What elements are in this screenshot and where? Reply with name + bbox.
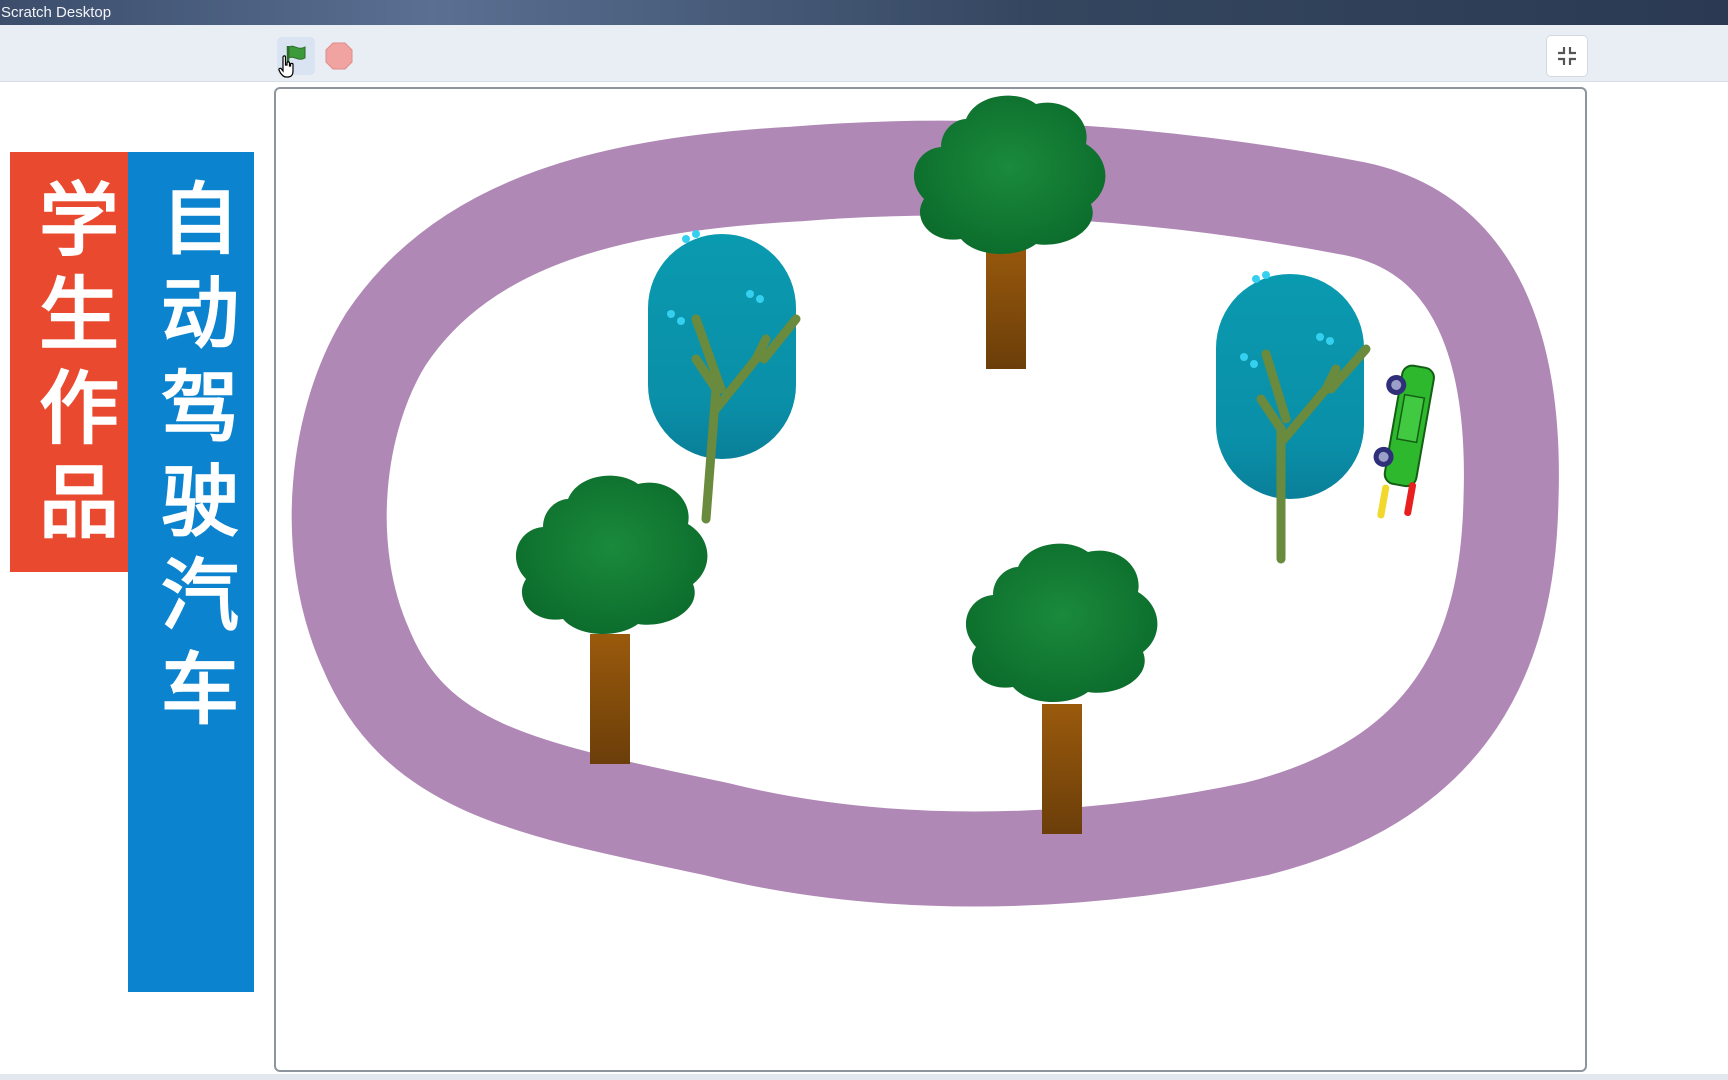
exit-fullscreen-button[interactable] bbox=[1546, 35, 1588, 77]
window-titlebar: Scratch Desktop bbox=[0, 0, 1728, 25]
stage-toolbar bbox=[0, 25, 1728, 82]
car-sprite[interactable] bbox=[1363, 362, 1436, 524]
stop-icon bbox=[325, 42, 353, 70]
blue-tree-sprite[interactable] bbox=[1216, 271, 1371, 564]
race-track bbox=[291, 120, 1559, 907]
banner-student-work-text: 学生作品 bbox=[26, 178, 119, 554]
window-title: Scratch Desktop bbox=[1, 4, 112, 21]
banner-self-driving-car-text: 自动驾驶汽车 bbox=[148, 178, 238, 742]
banner-student-work: 学生作品 bbox=[10, 152, 128, 572]
exit-fullscreen-icon bbox=[1558, 47, 1576, 65]
blue-tree-sprite[interactable] bbox=[648, 230, 801, 524]
stage-canvas[interactable] bbox=[274, 87, 1587, 1072]
taskbar-strip bbox=[0, 1074, 1728, 1080]
banner-self-driving-car: 自动驾驶汽车 bbox=[128, 152, 254, 992]
green-flag-button[interactable] bbox=[277, 37, 315, 75]
stop-button[interactable] bbox=[324, 41, 354, 71]
tree-sprite[interactable] bbox=[965, 543, 1158, 834]
green-flag-icon bbox=[286, 45, 306, 67]
tree-sprite[interactable] bbox=[515, 475, 708, 764]
